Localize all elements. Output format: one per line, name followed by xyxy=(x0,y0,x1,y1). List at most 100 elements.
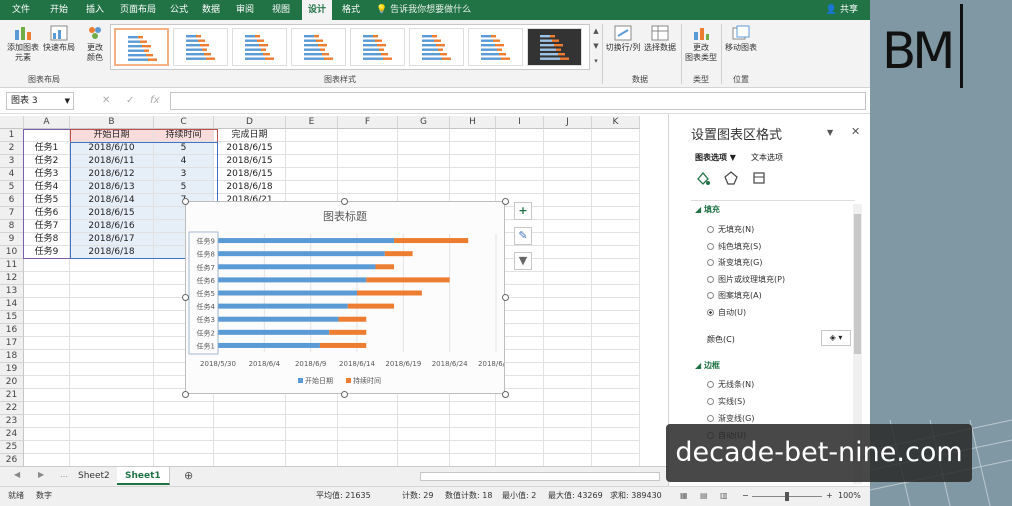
menu-tab[interactable]: 审阅 xyxy=(230,0,260,20)
cell[interactable] xyxy=(214,402,286,415)
bar-duration[interactable] xyxy=(319,342,367,348)
fill-line-icon[interactable] xyxy=(695,170,711,186)
cell[interactable] xyxy=(286,454,338,466)
size-properties-icon[interactable] xyxy=(751,170,767,186)
cell[interactable] xyxy=(398,129,450,142)
cell[interactable] xyxy=(70,454,154,466)
name-box[interactable]: 图表 3 ▼ xyxy=(6,92,74,110)
cell[interactable] xyxy=(592,142,640,155)
cell[interactable]: 2018/6/15 xyxy=(214,168,286,181)
cell[interactable] xyxy=(592,194,640,207)
radio-button[interactable] xyxy=(707,275,714,283)
cell[interactable] xyxy=(398,155,450,168)
cell[interactable] xyxy=(592,181,640,194)
cell[interactable] xyxy=(450,129,496,142)
row-header[interactable]: 5 xyxy=(0,181,24,194)
cell[interactable] xyxy=(154,428,214,441)
cell[interactable] xyxy=(496,155,544,168)
bar-duration[interactable] xyxy=(384,251,413,257)
page-layout-icon[interactable]: ▤ xyxy=(700,487,708,505)
cell[interactable] xyxy=(592,259,640,272)
cell[interactable] xyxy=(70,298,154,311)
cell[interactable] xyxy=(544,402,592,415)
cell[interactable] xyxy=(544,428,592,441)
radio-button[interactable] xyxy=(707,308,714,316)
cell[interactable] xyxy=(450,415,496,428)
cell[interactable] xyxy=(450,142,496,155)
row-header[interactable]: 12 xyxy=(0,272,24,285)
cell[interactable] xyxy=(154,454,214,466)
border-option[interactable]: 渐变线(G) xyxy=(707,413,754,424)
change-chart-type-button[interactable]: 更改 图表类型 xyxy=(683,24,719,63)
row-header[interactable]: 14 xyxy=(0,298,24,311)
cell[interactable] xyxy=(286,428,338,441)
cell[interactable] xyxy=(398,415,450,428)
cell[interactable] xyxy=(592,246,640,259)
pane-options-icon[interactable]: ▼ xyxy=(827,128,833,137)
gallery-more-icon[interactable]: ▾ xyxy=(591,54,601,69)
cell[interactable] xyxy=(24,389,70,402)
radio-button[interactable] xyxy=(707,292,714,299)
cell[interactable] xyxy=(24,441,70,454)
cell[interactable] xyxy=(214,415,286,428)
row-header[interactable]: 2 xyxy=(0,142,24,155)
fill-section-header[interactable]: ◢ 填充 xyxy=(695,204,720,215)
cell[interactable] xyxy=(592,428,640,441)
cell[interactable] xyxy=(70,415,154,428)
column-header[interactable]: B xyxy=(70,116,154,129)
cell[interactable] xyxy=(496,441,544,454)
chart-title[interactable]: 图表标题 xyxy=(323,209,367,223)
cell[interactable] xyxy=(70,285,154,298)
cell[interactable] xyxy=(24,454,70,466)
column-header[interactable]: D xyxy=(214,116,286,129)
cell[interactable] xyxy=(286,415,338,428)
bar-start-date[interactable] xyxy=(218,290,357,296)
cell[interactable] xyxy=(398,428,450,441)
tab-text-options[interactable]: 文本选项 xyxy=(751,152,783,163)
chart-style-thumbnail[interactable] xyxy=(232,28,287,66)
cell[interactable] xyxy=(544,207,592,220)
bar-start-date[interactable] xyxy=(218,251,385,257)
menu-tab[interactable]: 页面布局 xyxy=(114,0,162,20)
cell[interactable] xyxy=(496,428,544,441)
resize-handle[interactable] xyxy=(502,391,509,398)
quick-layout-button[interactable]: 快速布局 xyxy=(42,24,76,53)
column-header[interactable]: E xyxy=(286,116,338,129)
cell[interactable] xyxy=(338,168,398,181)
normal-view-icon[interactable]: ▦ xyxy=(680,487,688,505)
cell[interactable] xyxy=(70,272,154,285)
gallery-up-icon[interactable]: ▲ xyxy=(591,24,601,39)
zoom-slider-thumb[interactable] xyxy=(785,492,789,501)
tab-chart-options[interactable]: 图表选项 ▼ xyxy=(695,152,736,163)
prev-sheet-icon[interactable]: ◀ xyxy=(14,470,20,479)
cell[interactable] xyxy=(544,415,592,428)
cell[interactable] xyxy=(496,168,544,181)
move-chart-button[interactable]: 移动图表 xyxy=(723,24,759,53)
column-header[interactable]: G xyxy=(398,116,450,129)
menu-tab[interactable]: 格式 xyxy=(336,0,366,20)
row-header[interactable]: 20 xyxy=(0,376,24,389)
cell[interactable] xyxy=(398,181,450,194)
cell[interactable] xyxy=(24,363,70,376)
pane-scrollbar-thumb[interactable] xyxy=(854,214,861,354)
cell[interactable] xyxy=(496,142,544,155)
cell[interactable] xyxy=(24,259,70,272)
horizontal-scrollbar[interactable] xyxy=(420,472,660,481)
radio-button[interactable] xyxy=(707,381,714,388)
cell[interactable] xyxy=(24,376,70,389)
cell[interactable] xyxy=(592,311,640,324)
sheet-more-icon[interactable]: … xyxy=(60,470,68,479)
cell[interactable] xyxy=(544,259,592,272)
cell[interactable] xyxy=(496,454,544,466)
resize-handle[interactable] xyxy=(502,198,509,205)
cell[interactable] xyxy=(544,324,592,337)
cell[interactable] xyxy=(24,402,70,415)
zoom-level[interactable]: 100% xyxy=(838,487,861,505)
cell[interactable] xyxy=(338,415,398,428)
resize-handle[interactable] xyxy=(341,391,348,398)
row-header[interactable]: 18 xyxy=(0,350,24,363)
bar-duration[interactable] xyxy=(357,290,422,296)
cell[interactable] xyxy=(24,428,70,441)
row-header[interactable]: 22 xyxy=(0,402,24,415)
change-colors-button[interactable]: 更改 颜色 xyxy=(80,24,110,63)
